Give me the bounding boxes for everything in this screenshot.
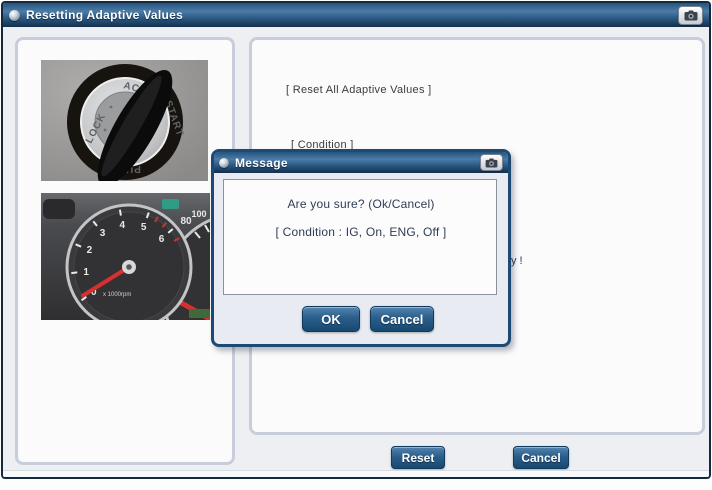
camera-icon xyxy=(684,10,697,20)
tach-number: 2 xyxy=(87,245,93,256)
tach-number: 6 xyxy=(159,234,165,245)
odometer-display xyxy=(189,309,210,318)
tachometer-gauge: 0 1 2 3 4 5 6 x 1000rpm xyxy=(65,203,193,320)
tach-number: 5 xyxy=(141,222,147,233)
message-dialog-titlebar[interactable]: Message xyxy=(214,152,508,173)
dialog-screen-capture-button[interactable] xyxy=(480,154,503,171)
camera-icon xyxy=(485,157,498,168)
tach-number: 4 xyxy=(120,220,126,231)
rpm-scale-label: x 1000rpm xyxy=(103,292,131,298)
screen-capture-button[interactable] xyxy=(678,5,703,25)
tach-number: 1 xyxy=(83,267,89,278)
condition-text: [ Condition : IG, On, ENG, Off ] xyxy=(275,225,447,239)
confirm-question-text: Are you sure? (Ok/Cancel) xyxy=(287,197,435,211)
turn-indicator-icon xyxy=(162,199,179,209)
window-title: Resetting Adaptive Values xyxy=(26,8,184,22)
message-dialog-title: Message xyxy=(235,155,288,170)
ok-button[interactable]: OK xyxy=(302,306,360,332)
instrument-cluster-photo: 100 80 60 40 20 0 1 2 3 4 xyxy=(41,193,210,320)
tach-number: 3 xyxy=(100,228,106,239)
ignition-switch-photo: LOCK ACC START PUSH xyxy=(41,60,208,181)
resetting-adaptive-values-window: Resetting Adaptive Values LOCK ACC START… xyxy=(1,1,711,479)
window-bottom-edge xyxy=(3,470,709,477)
speed-number: 100 xyxy=(191,209,206,219)
reset-button[interactable]: Reset xyxy=(391,446,445,469)
dialog-cancel-button[interactable]: Cancel xyxy=(370,306,434,332)
message-dialog: Message Are you sure? (Ok/Cancel) [ Cond… xyxy=(211,149,511,347)
window-titlebar[interactable]: Resetting Adaptive Values xyxy=(3,3,709,27)
sphere-icon xyxy=(219,157,229,168)
speed-number: 80 xyxy=(180,216,192,227)
sphere-icon xyxy=(9,9,20,21)
cancel-button[interactable]: Cancel xyxy=(513,446,569,469)
procedure-title: [ Reset All Adaptive Values ] xyxy=(286,84,432,96)
partially-hidden-text: y ! xyxy=(511,255,523,267)
